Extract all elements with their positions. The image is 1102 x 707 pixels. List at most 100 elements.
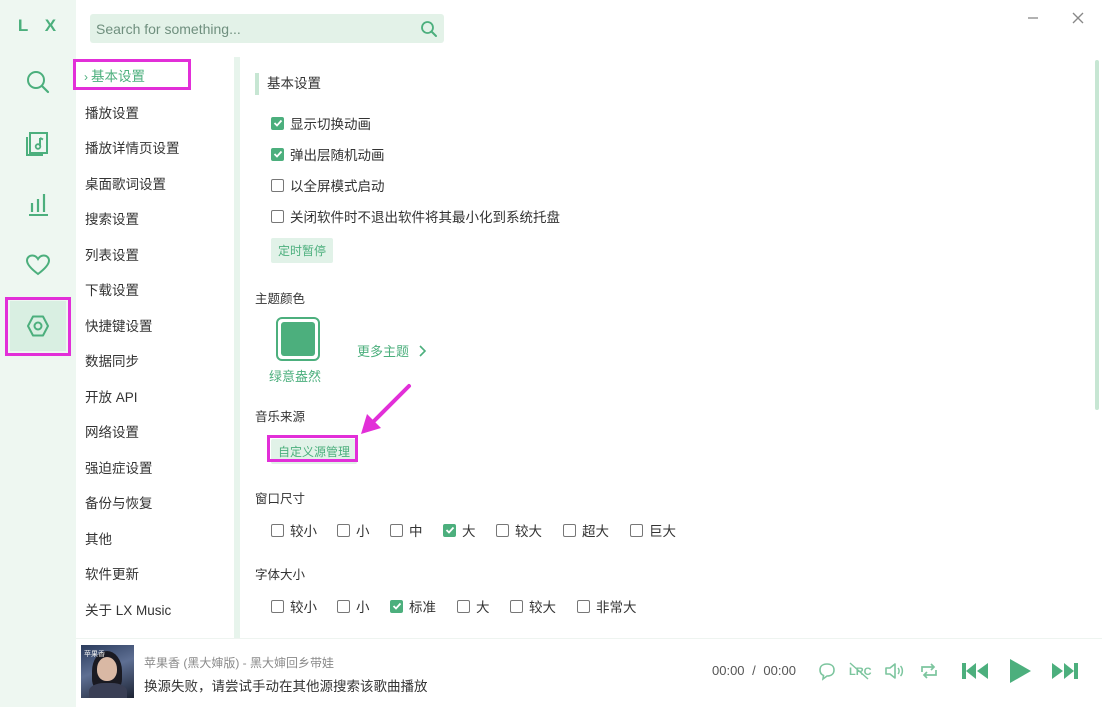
radio-font-size-standard[interactable]: 标准 <box>390 596 436 616</box>
custom-source-button[interactable]: 自定义源管理 <box>271 439 358 464</box>
sidebar-item-label: 其他 <box>85 532 112 547</box>
sidebar-item-basic[interactable]: › 基本设置 <box>84 65 145 85</box>
option-label: 较小 <box>290 600 317 615</box>
checkbox-empty-icon <box>337 523 350 537</box>
nav-search[interactable] <box>10 57 66 107</box>
checkbox-empty-icon <box>510 599 523 613</box>
next-track-button[interactable] <box>1049 657 1081 685</box>
option-label: 大 <box>462 524 476 539</box>
sidebar-item-playback[interactable]: 播放设置 <box>85 102 139 122</box>
sidebar-item-desktop-lyric[interactable]: 桌面歌词设置 <box>85 173 166 193</box>
nav-favorites[interactable] <box>10 240 66 290</box>
play-mode-button[interactable] <box>915 657 943 685</box>
radio-font-size-larger[interactable]: 较大 <box>510 596 556 616</box>
sidebar-item-list[interactable]: 列表设置 <box>85 244 139 264</box>
radio-window-size-xlarge[interactable]: 超大 <box>563 520 609 540</box>
sidebar-item-odc[interactable]: 强迫症设置 <box>85 457 153 477</box>
volume-button[interactable] <box>880 657 908 685</box>
font-size-label: 字体大小 <box>255 568 306 582</box>
checkbox-checked-icon <box>390 599 403 613</box>
sidebar-item-label: 强迫症设置 <box>85 461 153 476</box>
sidebar-item-play-detail[interactable]: 播放详情页设置 <box>85 137 180 157</box>
source-label: 音乐来源 <box>255 410 306 424</box>
radio-font-size-large[interactable]: 大 <box>457 596 490 616</box>
chevron-right-icon: › <box>84 70 88 84</box>
checkbox-popup-animation[interactable]: 弹出层随机动画 <box>271 144 385 164</box>
app-logo: L X <box>17 16 63 35</box>
sidebar-item-update[interactable]: 软件更新 <box>85 563 139 583</box>
radio-window-size-larger[interactable]: 较大 <box>496 520 542 540</box>
sidebar-item-label: 播放详情页设置 <box>85 141 180 156</box>
comment-icon <box>819 663 835 681</box>
sidebar-item-label: 备份与恢复 <box>85 496 153 511</box>
timer-pause-button[interactable]: 定时暂停 <box>271 238 334 263</box>
chevron-right-icon <box>419 344 427 357</box>
sidebar-item-label: 快捷键设置 <box>85 319 153 334</box>
checkbox-empty-icon <box>271 178 284 192</box>
radio-window-size-medium[interactable]: 中 <box>390 520 423 540</box>
radio-window-size-large[interactable]: 大 <box>443 520 476 540</box>
radio-font-size-very-large[interactable]: 非常大 <box>577 596 637 616</box>
option-label: 超大 <box>582 524 609 539</box>
theme-label: 主题颜色 <box>255 292 306 306</box>
sidebar-item-network[interactable]: 网络设置 <box>85 421 139 441</box>
player-bar: 苹果香 苹果香 (黑大婶版) - 黑大婶回乡带娃 换源失败，请尝试手动在其他源搜… <box>76 638 1102 707</box>
search-button[interactable] <box>414 20 444 38</box>
theme-name: 绿意盎然 <box>269 369 322 384</box>
radio-window-size-huge[interactable]: 巨大 <box>630 520 676 540</box>
sidebar-item-other[interactable]: 其他 <box>85 528 112 548</box>
search-icon <box>27 71 50 94</box>
checkbox-fullscreen-start[interactable]: 以全屏模式启动 <box>271 175 385 195</box>
play-icon <box>1010 659 1031 683</box>
previous-track-button[interactable] <box>959 657 991 685</box>
sidebar-item-open-api[interactable]: 开放 API <box>85 386 138 406</box>
checkbox-empty-icon <box>271 523 284 537</box>
more-themes-link[interactable]: 更多主题 <box>357 341 429 360</box>
checkbox-label: 以全屏模式启动 <box>290 179 385 194</box>
close-button[interactable] <box>1068 8 1088 28</box>
scrollbar-thumb[interactable] <box>1095 60 1099 410</box>
sidebar-item-about[interactable]: 关于 LX Music <box>85 599 171 619</box>
radio-font-size-small[interactable]: 小 <box>337 596 370 616</box>
window-size-label: 窗口尺寸 <box>255 492 306 506</box>
option-label: 较小 <box>290 524 317 539</box>
nav-song-list[interactable] <box>10 118 66 168</box>
play-button[interactable] <box>1005 657 1035 685</box>
song-title[interactable]: 苹果香 (黑大婶版) - 黑大婶回乡带娃 <box>144 654 334 671</box>
sidebar-item-download[interactable]: 下载设置 <box>85 279 139 299</box>
album-cover[interactable]: 苹果香 <box>81 645 134 698</box>
option-label: 较大 <box>515 524 542 539</box>
lyric-toggle-button[interactable]: LRC <box>846 657 874 685</box>
comment-button[interactable] <box>813 657 841 685</box>
icon-rail: L X <box>0 0 76 707</box>
music-library-icon <box>26 132 48 156</box>
radio-window-size-small[interactable]: 小 <box>337 520 370 540</box>
sidebar-item-label: 列表设置 <box>85 248 139 263</box>
sidebar-item-sync[interactable]: 数据同步 <box>85 350 139 370</box>
checkbox-show-animation[interactable]: 显示切换动画 <box>271 113 371 133</box>
total-time: 00:00 <box>763 663 796 678</box>
option-label: 中 <box>409 524 423 539</box>
sidebar-item-hotkey[interactable]: 快捷键设置 <box>85 315 153 335</box>
sidebar-item-label: 下载设置 <box>85 283 139 298</box>
checkbox-minimize-to-tray[interactable]: 关闭软件时不退出软件将其最小化到系统托盘 <box>271 206 560 226</box>
radio-window-size-smaller[interactable]: 较小 <box>271 520 317 540</box>
nav-settings[interactable] <box>10 301 66 351</box>
sidebar-item-label: 网络设置 <box>85 425 139 440</box>
theme-swatch-current[interactable] <box>276 317 320 361</box>
radio-font-size-smaller[interactable]: 较小 <box>271 596 317 616</box>
sidebar-item-label: 关于 LX Music <box>85 603 172 618</box>
checkbox-label: 显示切换动画 <box>290 117 371 132</box>
sidebar-item-backup[interactable]: 备份与恢复 <box>85 492 153 512</box>
sidebar-item-search[interactable]: 搜索设置 <box>85 208 139 228</box>
nav-leaderboard[interactable] <box>10 179 66 229</box>
checkbox-empty-icon <box>457 599 470 613</box>
minimize-icon <box>1028 17 1038 19</box>
checkbox-empty-icon <box>563 523 576 537</box>
section-title-basic: 基本设置 <box>255 73 321 95</box>
checkbox-empty-icon <box>390 523 403 537</box>
checkbox-label: 关闭软件时不退出软件将其最小化到系统托盘 <box>290 210 560 225</box>
search-input[interactable] <box>90 20 414 37</box>
volume-icon <box>885 663 904 679</box>
minimize-button[interactable] <box>1023 8 1043 28</box>
